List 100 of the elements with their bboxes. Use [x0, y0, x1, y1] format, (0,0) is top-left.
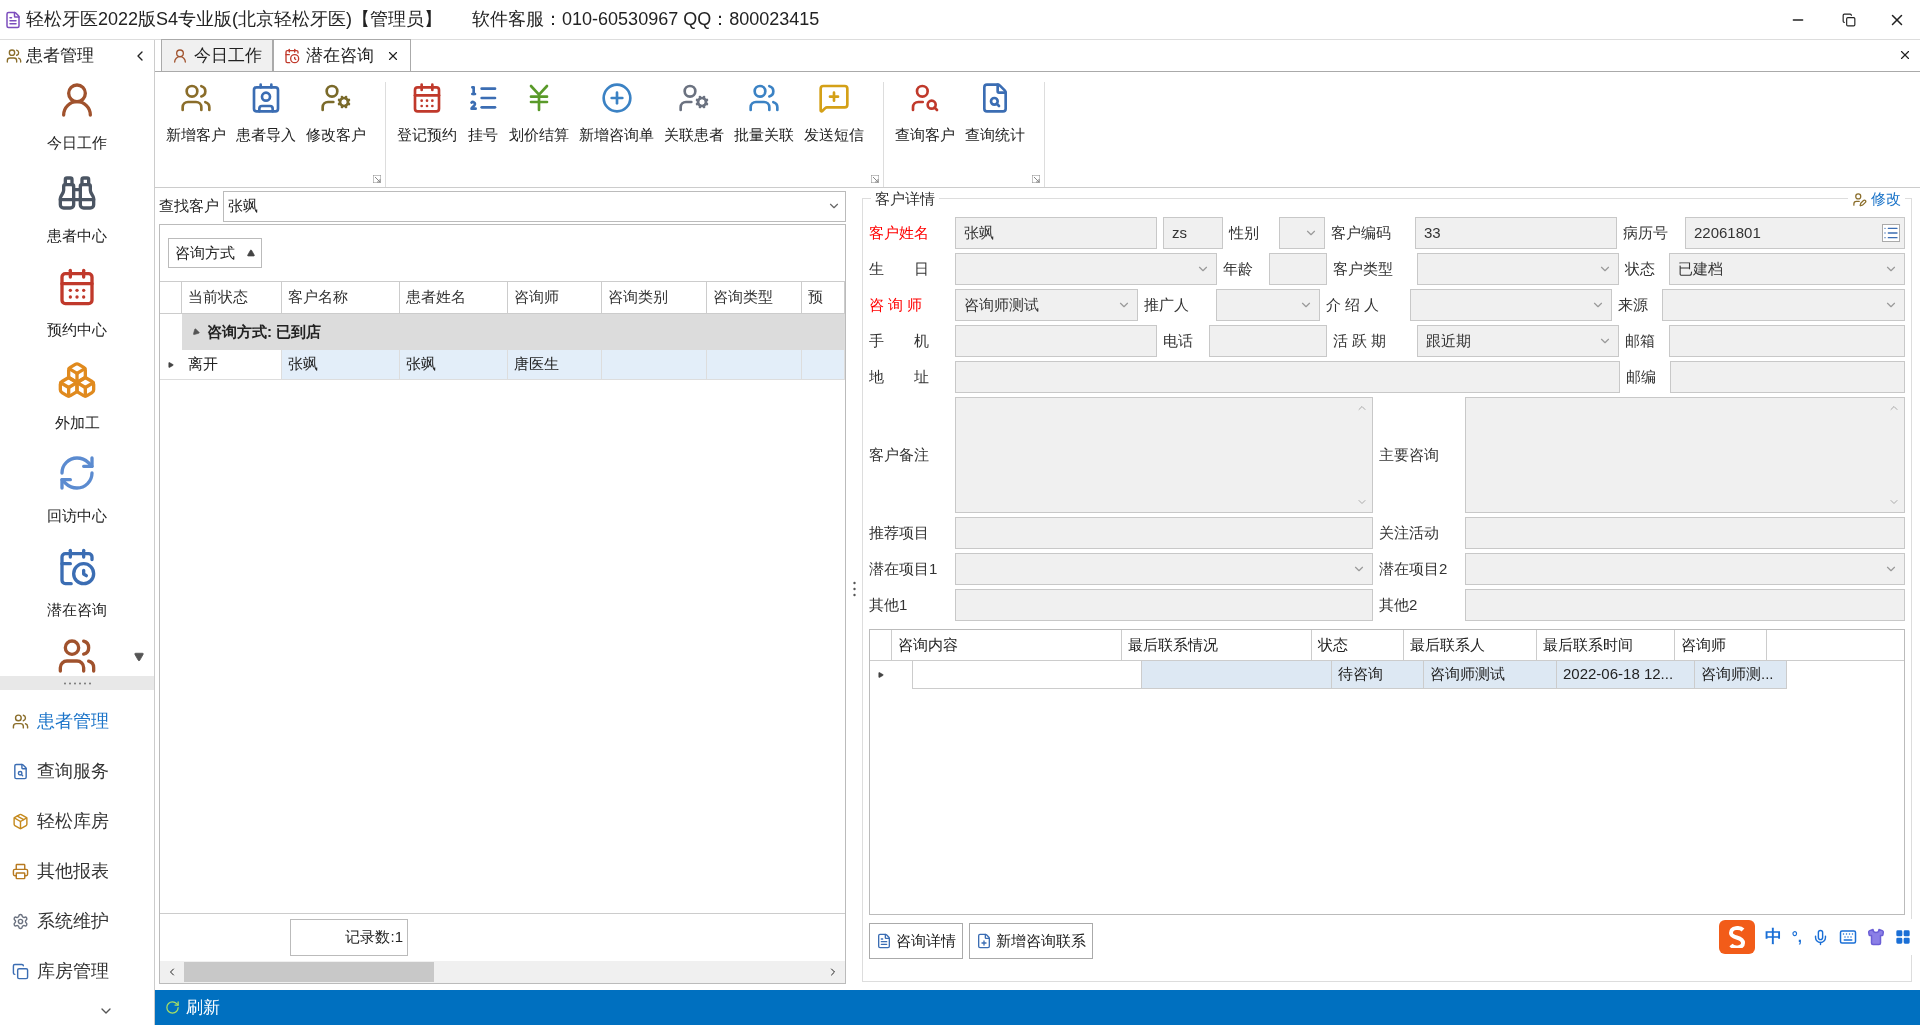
action-button[interactable]: 咨询详情 [869, 923, 963, 959]
keyboard-icon[interactable] [1839, 928, 1857, 946]
module-item[interactable]: 患者中心 [7, 169, 147, 261]
grid-icon[interactable] [1895, 929, 1911, 945]
input-field[interactable] [955, 325, 1157, 357]
language-indicator[interactable]: 中 [1764, 924, 1782, 950]
user-search-icon [909, 82, 941, 114]
splitter[interactable] [0, 676, 154, 690]
expand-icon[interactable] [190, 327, 201, 337]
module-item[interactable]: 今日工作 [7, 76, 147, 168]
sort-ascending-icon [247, 249, 255, 257]
group-launcher-icon[interactable] [871, 175, 879, 183]
module-item[interactable]: 预约中心 [7, 262, 147, 354]
input-field[interactable]: zs [1163, 217, 1223, 249]
toolbar-button[interactable]: 发送短信 [799, 82, 869, 147]
plus-circle-icon [600, 82, 633, 114]
input-field[interactable] [1465, 517, 1905, 549]
column-header[interactable]: 预 [802, 282, 845, 313]
column-header[interactable]: 当前状态 [182, 282, 282, 313]
close-icon[interactable] [1898, 48, 1912, 62]
tab[interactable]: 今日工作 [161, 39, 273, 71]
toolbar-button[interactable]: 新增咨询单 [574, 82, 659, 147]
dropdown-field[interactable] [1465, 553, 1905, 585]
microphone-icon[interactable] [1812, 928, 1829, 946]
nav-item[interactable]: 系统维护 [0, 896, 154, 946]
field-label: 介 绍 人 [1326, 294, 1381, 315]
input-method-logo-icon[interactable] [1718, 920, 1755, 954]
toolbar-button[interactable]: 挂号 [462, 82, 504, 147]
shirt-icon[interactable] [1867, 928, 1885, 946]
app-logo-icon [4, 10, 22, 29]
horizontal-scrollbar[interactable] [160, 961, 845, 983]
dropdown-field[interactable]: 跟近期 [1417, 325, 1619, 357]
table-row[interactable]: 离开 张飒 张飒 唐医生 [160, 350, 845, 380]
tab[interactable]: 潜在咨询 [273, 39, 411, 71]
module-item[interactable]: 外加工 [7, 356, 147, 448]
scrollbar-thumb[interactable] [184, 962, 434, 982]
column-header[interactable]: 咨询类别 [602, 282, 707, 313]
input-field[interactable] [1209, 325, 1327, 357]
column-header[interactable]: 咨询类型 [707, 282, 802, 313]
column-header[interactable]: 咨询师 [1675, 630, 1767, 660]
input-field[interactable] [955, 589, 1373, 621]
module-item[interactable]: 潜在咨询 [7, 542, 147, 634]
text-area[interactable] [1465, 397, 1905, 513]
splitter-handle-icon[interactable] [852, 581, 856, 597]
column-header[interactable]: 最后联系情况 [1122, 630, 1312, 660]
module-item[interactable]: 回访中心 [7, 449, 147, 541]
group-launcher-icon[interactable] [1032, 175, 1040, 183]
group-by-button[interactable]: 咨询方式 [168, 238, 262, 268]
input-field[interactable]: 33 [1415, 217, 1617, 249]
input-field[interactable] [1465, 589, 1905, 621]
dropdown-field[interactable] [955, 253, 1217, 285]
column-header[interactable]: 客户名称 [282, 282, 400, 313]
column-header[interactable]: 最后联系时间 [1537, 630, 1675, 660]
toolbar-button[interactable]: 查询统计 [960, 82, 1030, 147]
list-icon[interactable] [1882, 224, 1900, 242]
table-row[interactable]: 待咨询 咨询师测试 2022-06-18 12... 咨询师测... [870, 661, 1904, 689]
dropdown-field[interactable] [955, 553, 1373, 585]
action-button[interactable]: 新增咨询联系 [969, 923, 1093, 959]
input-field[interactable] [1269, 253, 1327, 285]
toolbar-button[interactable]: 关联患者 [659, 82, 729, 147]
dropdown-field[interactable] [1216, 289, 1320, 321]
toolbar-button[interactable]: 查询客户 [890, 82, 960, 147]
input-field[interactable]: 22061801 [1685, 217, 1905, 249]
group-launcher-icon[interactable] [373, 175, 381, 183]
dropdown-icon[interactable] [134, 652, 144, 662]
column-header[interactable]: 患者姓名 [400, 282, 508, 313]
group-row[interactable]: 咨询方式: 已到店 [182, 314, 845, 350]
column-header[interactable]: 咨询师 [508, 282, 602, 313]
nav-item[interactable]: 库房管理 [0, 946, 154, 996]
nav-item[interactable]: 查询服务 [0, 746, 154, 796]
input-field[interactable]: 张飒 [955, 217, 1157, 249]
nav-item[interactable]: 轻松库房 [0, 796, 154, 846]
search-field[interactable]: 张飒 [223, 190, 846, 222]
dropdown-field[interactable] [1410, 289, 1612, 321]
dropdown-field[interactable]: 已建档 [1669, 253, 1905, 285]
dropdown-field[interactable] [1662, 289, 1905, 321]
column-header[interactable]: 咨询内容 [892, 630, 1122, 660]
dropdown-field[interactable]: 咨询师测试 [955, 289, 1138, 321]
punctuation-indicator[interactable]: °, [1791, 925, 1802, 949]
refresh-button[interactable]: 刷新 [186, 994, 220, 1021]
column-header[interactable]: 最后联系人 [1404, 630, 1537, 660]
text-area[interactable] [955, 397, 1373, 513]
toolbar-button[interactable]: 划价结算 [504, 82, 574, 147]
dropdown-field[interactable] [1279, 217, 1325, 249]
toolbar-button[interactable]: 登记预约 [392, 82, 462, 147]
nav-item[interactable]: 其他报表 [0, 846, 154, 896]
toolbar-button[interactable]: 修改客户 [301, 82, 371, 147]
nav-item[interactable]: 患者管理 [0, 696, 154, 746]
restore-icon[interactable] [1842, 12, 1856, 27]
input-field[interactable] [955, 361, 1620, 393]
toolbar-button[interactable]: 批量关联 [729, 82, 799, 147]
dropdown-field[interactable] [1417, 253, 1619, 285]
input-field[interactable] [955, 517, 1373, 549]
input-field[interactable] [1670, 361, 1905, 393]
users-icon [12, 712, 29, 730]
input-field[interactable] [1669, 325, 1905, 357]
refresh-icon[interactable] [165, 1000, 180, 1015]
toolbar-button[interactable]: 患者导入 [231, 82, 301, 147]
toolbar-button[interactable]: 新增客户 [161, 82, 231, 147]
column-header[interactable]: 状态 [1312, 630, 1404, 660]
